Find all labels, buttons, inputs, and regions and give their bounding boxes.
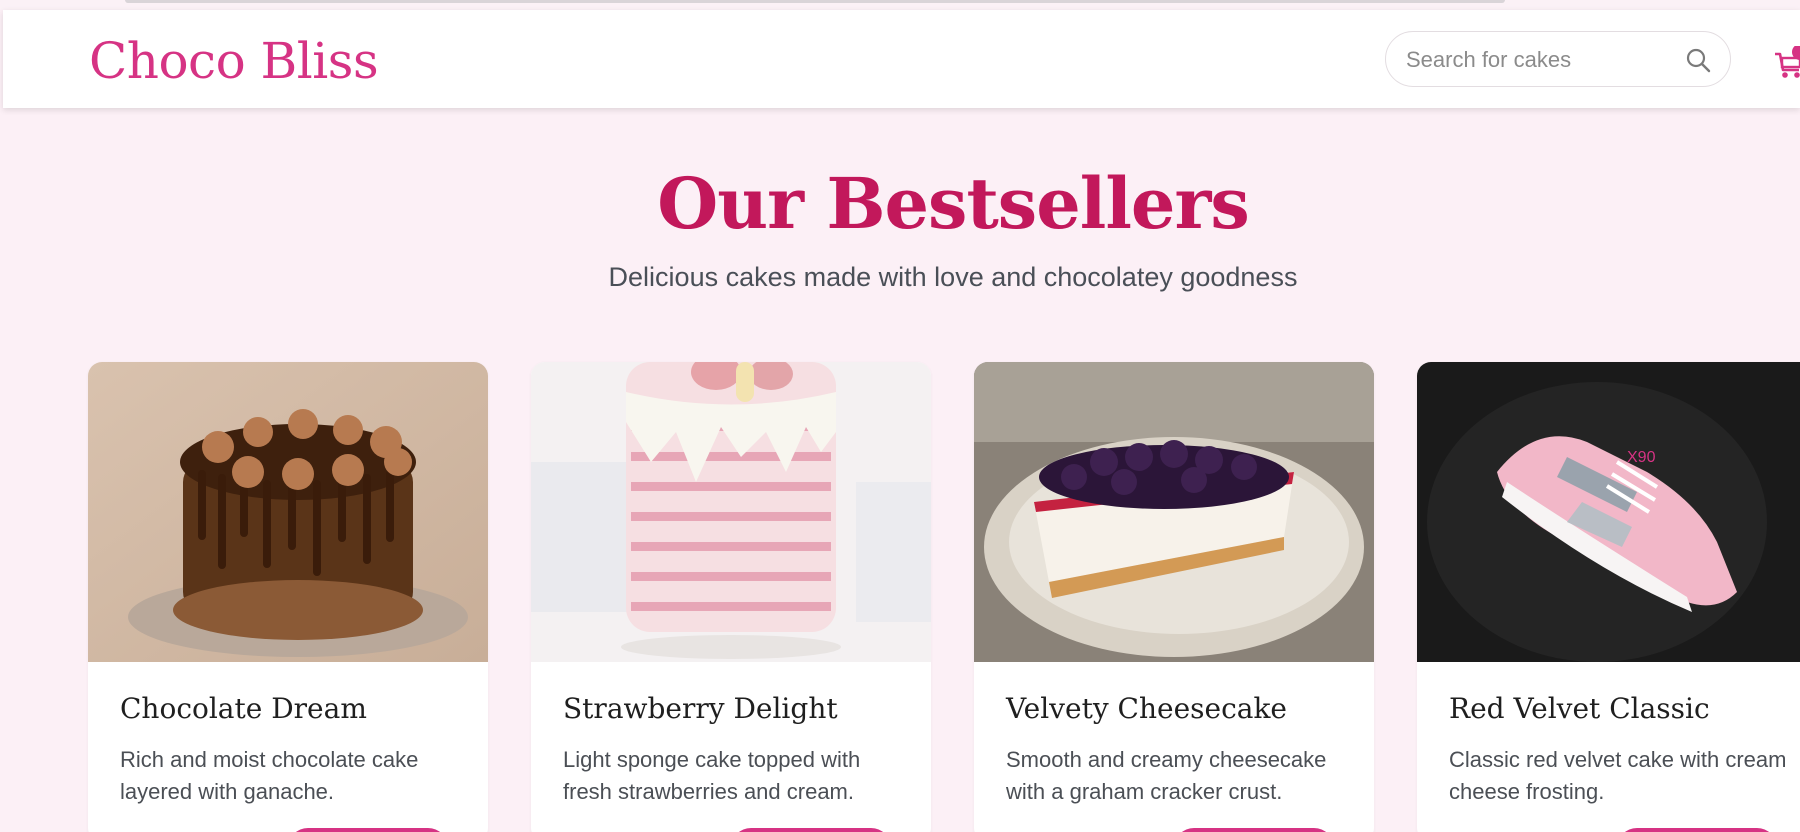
add-to-cart-button[interactable]	[731, 828, 891, 832]
product-name: Red Velvet Classic	[1449, 692, 1710, 725]
section-subtitle: Delicious cakes made with love and choco…	[608, 262, 1298, 292]
product-description: Classic red velvet cake with cream chees…	[1449, 747, 1787, 804]
add-to-cart-button[interactable]	[1174, 828, 1334, 832]
product-image-chocolate-cake[interactable]	[88, 362, 488, 662]
product-description: Rich and moist chocolate cake layered wi…	[120, 747, 419, 804]
add-to-cart-button[interactable]	[288, 828, 448, 832]
product-card[interactable]: Strawberry Delight Light sponge cake top…	[531, 362, 931, 832]
product-description: Light sponge cake topped with fresh stra…	[563, 747, 861, 804]
search-box[interactable]	[1385, 31, 1731, 87]
product-card[interactable]: Velvety Cheesecake Smooth and creamy che…	[974, 362, 1374, 832]
product-card[interactable]: X90 Red Velvet Classic Classic red velve…	[1417, 362, 1800, 832]
search-icon[interactable]	[1684, 46, 1712, 74]
product-image-cheesecake[interactable]	[974, 362, 1374, 662]
product-image-strawberry-cake[interactable]	[531, 362, 931, 662]
product-card[interactable]: Chocolate Dream Rich and moist chocolate…	[88, 362, 488, 832]
search-input[interactable]	[1406, 46, 1666, 74]
site-header: Choco Bliss	[3, 10, 1800, 108]
product-name: Velvety Cheesecake	[1006, 692, 1287, 725]
shopping-cart-icon[interactable]	[1773, 46, 1800, 82]
product-description: Smooth and creamy cheesecake with a grah…	[1006, 747, 1327, 804]
svg-text:X90: X90	[1627, 449, 1656, 466]
product-image-red-velvet[interactable]: X90	[1417, 362, 1800, 662]
browser-top-strip	[0, 0, 1800, 10]
section-title: Our Bestsellers	[657, 162, 1250, 245]
product-name: Chocolate Dream	[120, 692, 367, 725]
add-to-cart-button[interactable]	[1617, 828, 1777, 832]
scroll-indicator	[125, 0, 1505, 3]
product-name: Strawberry Delight	[563, 692, 838, 725]
brand-logo[interactable]: Choco Bliss	[89, 32, 379, 90]
